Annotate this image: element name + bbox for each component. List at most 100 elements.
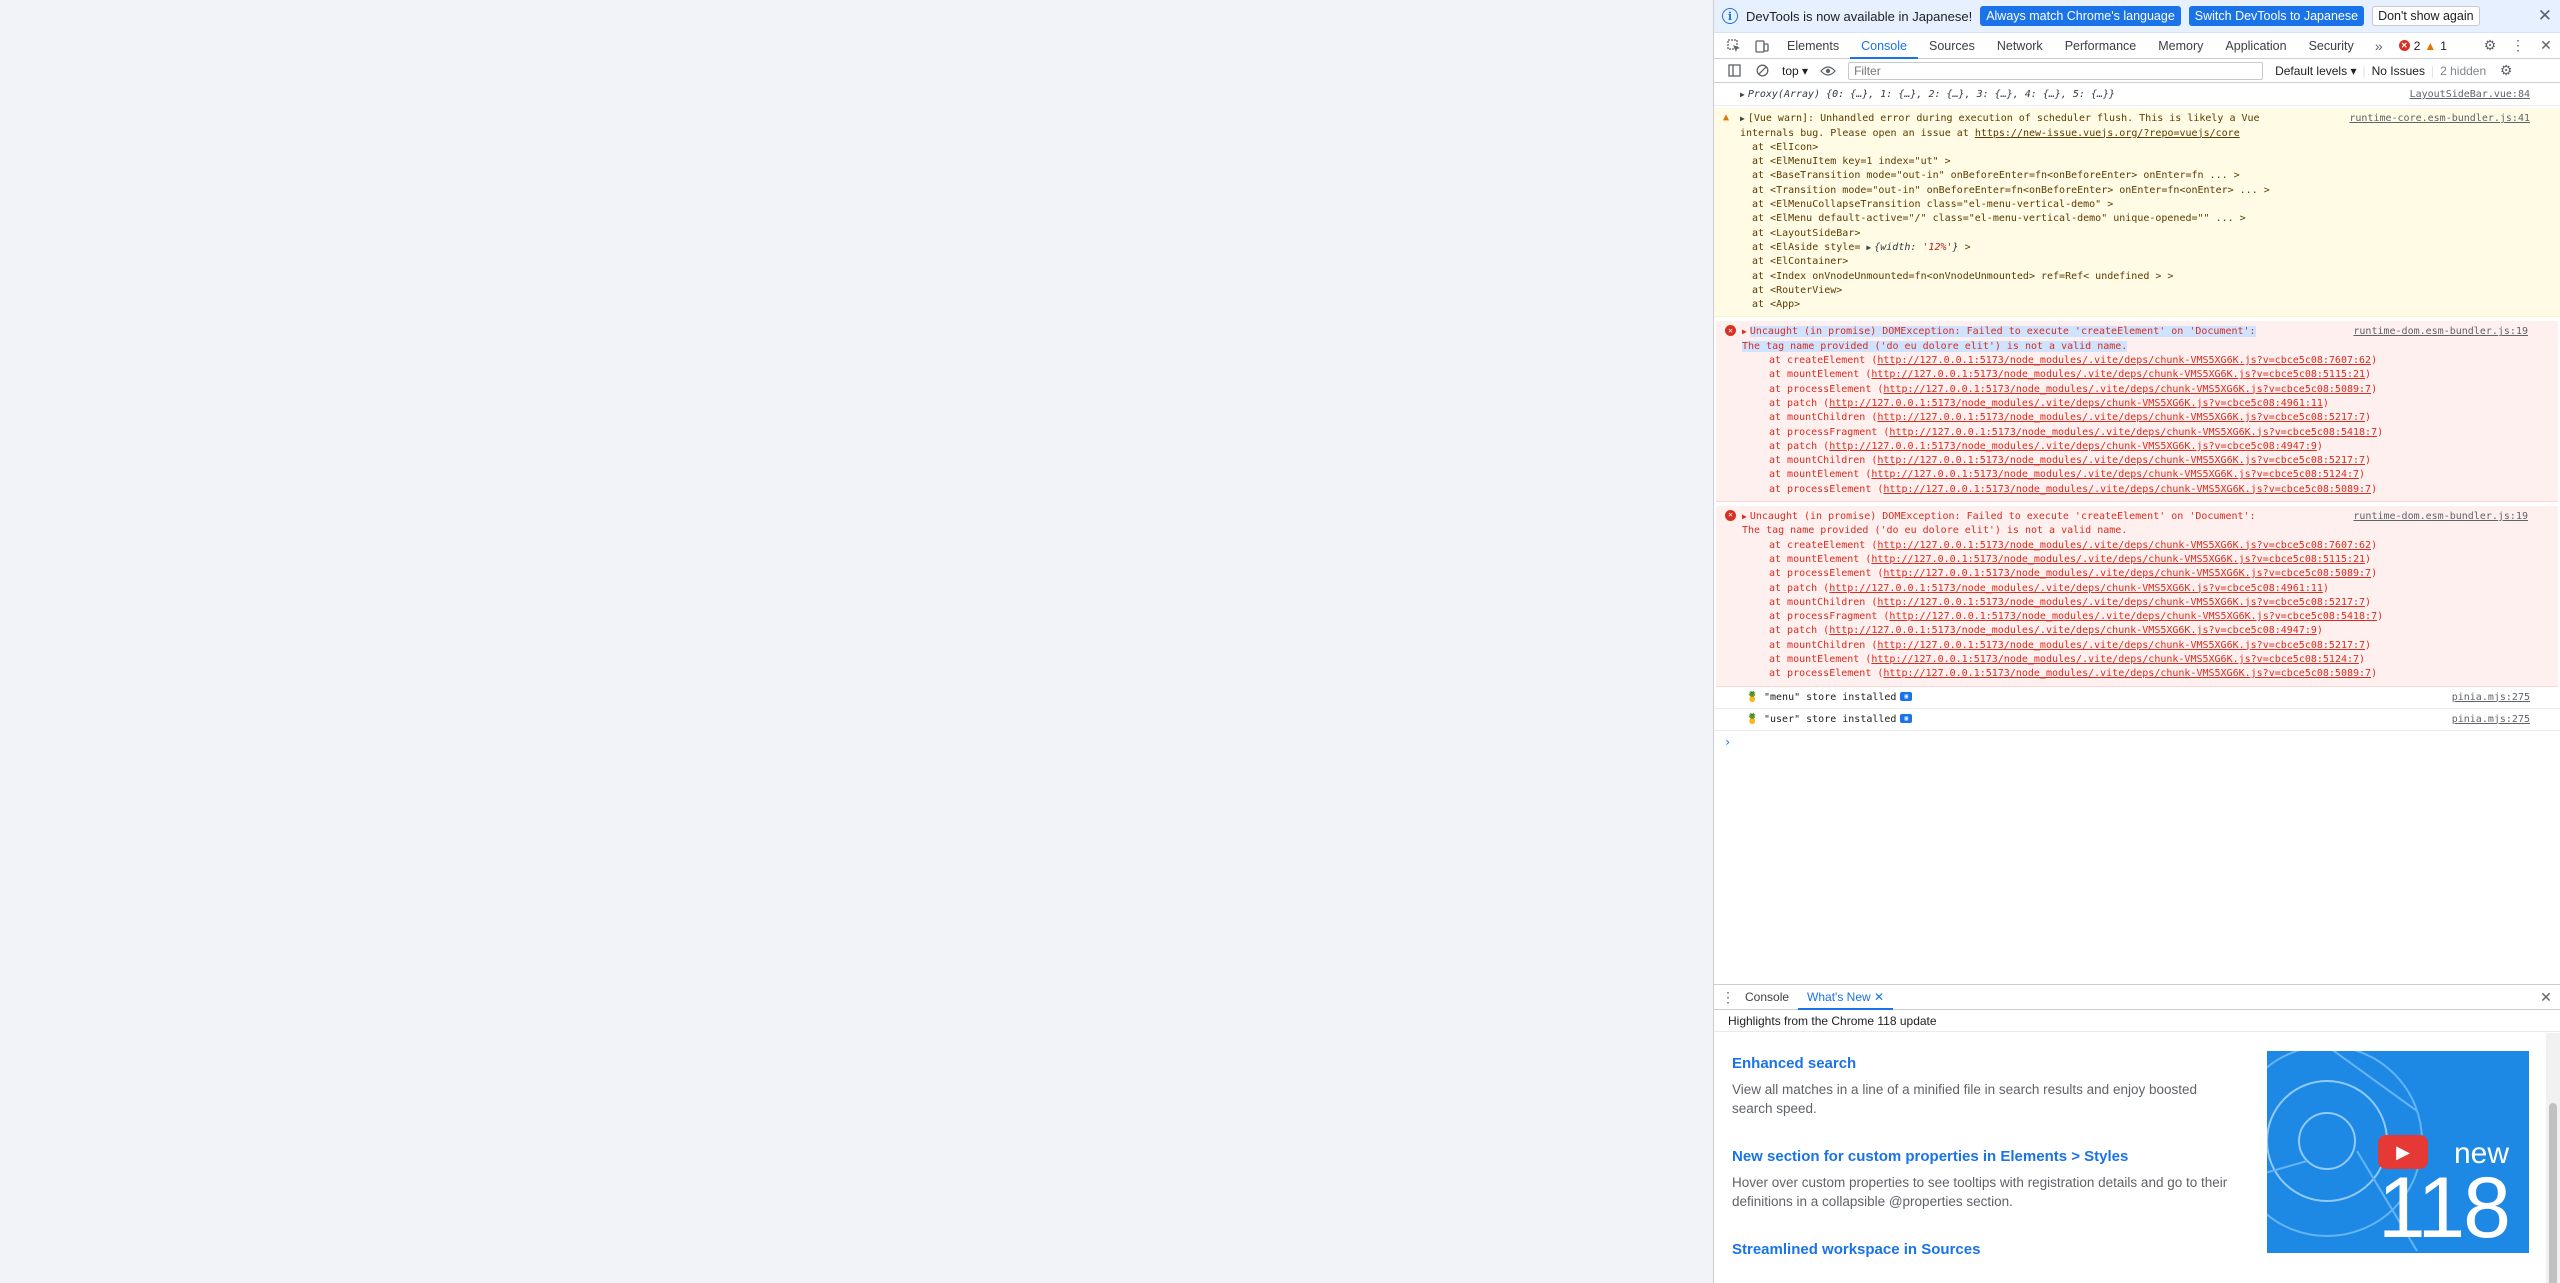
drawer-menu-icon[interactable]: ⋮ (1720, 984, 1736, 1010)
source-link[interactable]: runtime-dom.esm-bundler.js:19 (2353, 325, 2528, 340)
tab-network[interactable]: Network (1986, 33, 2054, 59)
stack-url-link[interactable]: http://127.0.0.1:5173/node_modules/.vite… (1883, 668, 2371, 679)
stack-url-link[interactable]: http://127.0.0.1:5173/node_modules/.vite… (1889, 427, 2377, 438)
tab-sources[interactable]: Sources (1918, 33, 1986, 59)
error-text: Uncaught (in promise) DOMException: Fail… (1749, 511, 2256, 523)
console-messages: ▶ Proxy(Array) {0: {…}, 1: {…}, 2: {…}, 3… (1714, 84, 2560, 984)
stack-url-link[interactable]: http://127.0.0.1:5173/node_modules/.vite… (1877, 540, 2371, 551)
stack-url-link[interactable]: http://127.0.0.1:5173/node_modules/.vite… (1871, 469, 2359, 480)
warn-stack-5: at <ElMenu default-active="/" class="el-… (1752, 213, 2246, 225)
log-levels-value: Default levels (2275, 63, 2348, 78)
switch-to-japanese-button[interactable]: Switch DevTools to Japanese (2188, 6, 2365, 26)
source-link[interactable]: pinia.mjs:275 (2452, 713, 2530, 727)
more-tabs-icon[interactable]: » (2365, 33, 2393, 59)
source-link[interactable]: runtime-core.esm-bundler.js:41 (2349, 112, 2530, 127)
log-menu-store[interactable]: 🍍 "menu" store installed ▣ pinia.mjs:275 (1714, 687, 2560, 709)
expand-triangle-icon[interactable]: ▶ (1740, 90, 1745, 99)
clear-console-icon[interactable] (1748, 58, 1776, 84)
tab-application[interactable]: Application (2214, 33, 2297, 59)
customize-menu-icon[interactable]: ⋮ (2504, 33, 2532, 59)
drawer-scrollbar[interactable] (2546, 1033, 2560, 1283)
error-stack-frame: at mountElement (http://127.0.0.1:5173/n… (1742, 653, 2528, 667)
expand-triangle-icon[interactable]: ▶ (1740, 114, 1745, 123)
stack-fn: at patch ( (1769, 397, 1830, 409)
stack-url-link[interactable]: http://127.0.0.1:5173/node_modules/.vite… (1877, 355, 2371, 366)
stack-url-link[interactable]: http://127.0.0.1:5173/node_modules/.vite… (1877, 640, 2365, 651)
close-tab-icon[interactable]: ✕ (1874, 990, 1884, 1004)
log-levels-dropdown[interactable]: Default levels ▾ (2269, 64, 2362, 78)
stack-url-link[interactable]: http://127.0.0.1:5173/node_modules/.vite… (1889, 611, 2377, 622)
stack-fn: at mountChildren ( (1769, 639, 1878, 651)
issues-link[interactable]: No Issues (2366, 64, 2431, 78)
proxy-array-text: Proxy(Array) {0: {…}, 1: {…}, 2: {…}, 3:… (1747, 89, 2116, 100)
stack-url-link[interactable]: http://127.0.0.1:5173/node_modules/.vite… (1877, 455, 2365, 466)
vue-warn-message[interactable]: ▲ ▶ [Vue warn]: Unhandled error during ex… (1714, 108, 2560, 318)
context-selector[interactable]: top ▾ (1776, 64, 1814, 78)
stack-end: ) (2365, 455, 2372, 467)
log-user-store[interactable]: 🍍 "user" store installed ▣ pinia.mjs:275 (1714, 709, 2560, 731)
scrollbar-thumb[interactable] (2549, 1103, 2557, 1283)
warn-line-2: internals bug. Please open an issue at h… (1740, 127, 2530, 141)
stack-url-link[interactable]: http://127.0.0.1:5173/node_modules/.vite… (1871, 554, 2365, 565)
settings-gear-icon[interactable]: ⚙ (2476, 33, 2504, 59)
feature-title[interactable]: Enhanced search (1732, 1055, 2232, 1072)
stack-url-link[interactable]: http://127.0.0.1:5173/node_modules/.vite… (1829, 398, 2323, 409)
uncaught-error-message[interactable]: ✕ ▶ Uncaught (in promise) DOMException: Fa… (1716, 506, 2558, 687)
stack-url-link[interactable]: http://127.0.0.1:5173/node_modules/.vite… (1871, 369, 2365, 380)
chrome-118-video-thumbnail[interactable]: ▶ new 118 (2267, 1051, 2529, 1253)
source-link[interactable]: runtime-dom.esm-bundler.js:19 (2353, 510, 2528, 525)
stack-fn: at mountElement ( (1769, 369, 1872, 381)
close-devtools-icon[interactable]: ✕ (2532, 33, 2560, 59)
tab-security[interactable]: Security (2298, 33, 2365, 59)
vue-issue-link[interactable]: https://new-issue.vuejs.org/?repo=vuejs/… (1975, 128, 2240, 139)
stack-url-link[interactable]: http://127.0.0.1:5173/node_modules/.vite… (1877, 597, 2365, 608)
stack-end: ) (2371, 568, 2378, 580)
tab-console[interactable]: Console (1850, 33, 1918, 59)
source-link[interactable]: pinia.mjs:275 (2452, 691, 2530, 705)
stack-url-link[interactable]: http://127.0.0.1:5173/node_modules/.vite… (1829, 625, 2317, 636)
stack-url-link[interactable]: http://127.0.0.1:5173/node_modules/.vite… (1829, 441, 2317, 452)
sidebar-toggle-icon[interactable] (1720, 58, 1748, 84)
inspect-element-icon[interactable] (1720, 33, 1748, 59)
stack-url-link[interactable]: http://127.0.0.1:5173/node_modules/.vite… (1829, 583, 2323, 594)
source-link[interactable]: LayoutSideBar.vue:84 (2410, 88, 2530, 102)
video-version-number: 118 (2377, 1160, 2511, 1253)
console-prompt[interactable]: › (1714, 735, 2560, 749)
stack-url-link[interactable]: http://127.0.0.1:5173/node_modules/.vite… (1871, 654, 2359, 665)
expand-triangle-icon[interactable]: ▶ (1866, 243, 1871, 252)
uncaught-error-message[interactable]: ✕ ▶ Uncaught (in promise) DOMException: Fa… (1716, 321, 2558, 503)
error-text-2: The tag name provided ('do eu dolore eli… (1742, 340, 2128, 352)
close-infobar-icon[interactable]: ✕ (2538, 6, 2552, 26)
info-icon: i (1722, 8, 1738, 24)
tab-memory[interactable]: Memory (2147, 33, 2214, 59)
stack-url-link[interactable]: http://127.0.0.1:5173/node_modules/.vite… (1883, 384, 2371, 395)
aside-style-object[interactable]: {width: '12%'} (1874, 242, 1958, 253)
device-toolbar-icon[interactable] (1748, 33, 1776, 59)
page-viewport[interactable] (0, 0, 1713, 1283)
tab-performance[interactable]: Performance (2054, 33, 2148, 59)
tab-elements[interactable]: Elements (1776, 33, 1850, 59)
close-drawer-icon[interactable]: ✕ (2532, 984, 2560, 1010)
stack-fn: at mountElement ( (1769, 553, 1872, 565)
live-expression-eye-icon[interactable] (1814, 58, 1842, 84)
stack-url-link[interactable]: http://127.0.0.1:5173/node_modules/.vite… (1877, 412, 2365, 423)
hidden-count: 2 hidden (2440, 63, 2487, 78)
feature-title[interactable]: New section for custom properties in Ele… (1732, 1148, 2232, 1165)
console-settings-gear-icon[interactable]: ⚙ (2492, 58, 2520, 84)
always-match-language-button[interactable]: Always match Chrome's language (1980, 6, 2181, 26)
stack-url-link[interactable]: http://127.0.0.1:5173/node_modules/.vite… (1883, 568, 2371, 579)
dont-show-again-button[interactable]: Don't show again (2372, 6, 2480, 26)
drawer-tab-console[interactable]: Console (1736, 985, 1798, 1010)
warn-stack-7: at <ElAside style= ▶ {width: '12%'} > (1740, 241, 2530, 255)
vue-devtools-badge-icon: ▣ (1900, 714, 1913, 724)
log-proxy-array[interactable]: ▶ Proxy(Array) {0: {…}, 1: {…}, 2: {…}, 3… (1714, 84, 2560, 107)
expand-triangle-icon[interactable]: ▶ (1742, 512, 1747, 521)
expand-triangle-icon[interactable]: ▶ (1742, 327, 1747, 336)
stack-url-link[interactable]: http://127.0.0.1:5173/node_modules/.vite… (1883, 484, 2371, 495)
feature-title[interactable]: Streamlined workspace in Sources (1732, 1241, 2232, 1258)
filter-input[interactable] (1848, 61, 2264, 80)
error-stack-frame: at mountChildren (http://127.0.0.1:5173/… (1742, 454, 2528, 468)
issue-counters[interactable]: ✕ 2 ▲ 1 (2398, 38, 2447, 53)
warning-count-icon: ▲ (2424, 38, 2437, 53)
drawer-tab-whats-new[interactable]: What's New ✕ (1798, 985, 1894, 1010)
